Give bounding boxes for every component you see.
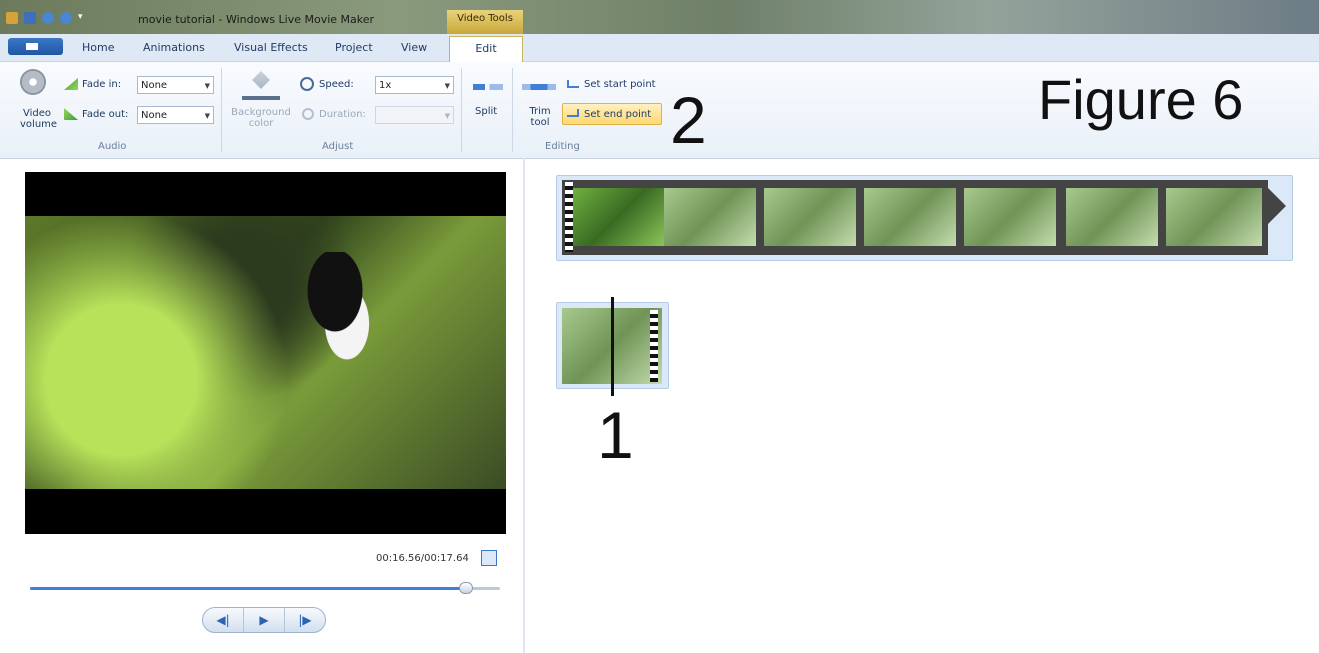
group-separator [461, 68, 462, 152]
playback-controls: ◀| ▶ |▶ [202, 607, 326, 633]
playhead[interactable] [611, 297, 614, 396]
set-end-point-icon [567, 109, 579, 117]
chevron-down-icon: ▼ [204, 112, 210, 120]
split-button[interactable]: Split [475, 106, 497, 117]
app-icon[interactable] [6, 12, 18, 24]
speed-label: Speed: [319, 79, 354, 90]
duration-select[interactable]: ▼ [375, 106, 454, 124]
chevron-down-icon: ▼ [444, 112, 450, 120]
speaker-icon[interactable] [20, 69, 46, 95]
set-start-point-button[interactable]: Set start point [584, 79, 656, 90]
tab-home[interactable]: Home [82, 41, 114, 54]
play-button[interactable]: ▶ [244, 608, 285, 632]
background-color-button[interactable]: Background color [227, 107, 295, 129]
clip-thumbnail [764, 188, 856, 246]
chevron-down-icon: ▼ [444, 82, 450, 90]
seek-slider-thumb[interactable] [458, 582, 473, 594]
tab-edit[interactable]: Edit [449, 36, 523, 62]
application-menu-button[interactable] [8, 38, 63, 55]
set-end-point-button[interactable]: Set end point [584, 109, 651, 120]
chevron-down-icon: ▼ [204, 82, 210, 90]
annotation-marker-2: 2 [670, 83, 707, 157]
clip-thumbnail [964, 188, 1056, 246]
speed-icon [300, 77, 314, 91]
clock-icon [302, 108, 314, 120]
video-volume-label[interactable]: Video volume [20, 108, 58, 130]
contextual-tab-video-tools: Video Tools [447, 10, 523, 34]
fade-out-label: Fade out: [82, 109, 129, 120]
clip-thumbnail [572, 188, 664, 246]
redo-icon[interactable] [60, 12, 72, 24]
tab-project[interactable]: Project [335, 41, 373, 54]
clip-thumbnail [1066, 188, 1158, 246]
clip-thumbnail [864, 188, 956, 246]
pane-divider[interactable] [523, 158, 525, 653]
group-label-audio: Audio [98, 141, 127, 152]
filmstrip-sprocket-holes [650, 310, 658, 382]
next-frame-button[interactable]: |▶ [285, 608, 325, 632]
fade-in-label: Fade in: [82, 79, 122, 90]
trim-icon [522, 84, 556, 90]
figure-caption: Figure 6 [1038, 68, 1244, 131]
fullscreen-preview-icon[interactable] [481, 550, 497, 566]
annotation-marker-1: 1 [597, 398, 634, 472]
filmstrip-sprocket-holes [565, 182, 573, 252]
color-swatch [242, 96, 280, 100]
group-label-adjust: Adjust [322, 141, 354, 152]
fade-in-select[interactable]: None ▼ [137, 76, 214, 94]
tab-view[interactable]: View [401, 41, 427, 54]
tab-visual-effects[interactable]: Visual Effects [234, 41, 308, 54]
customize-dropdown-icon[interactable]: ▾ [78, 12, 86, 24]
trim-tool-button[interactable]: Trim tool [527, 106, 553, 128]
tab-animations[interactable]: Animations [143, 41, 205, 54]
group-separator [221, 68, 222, 152]
fade-out-value: None [141, 110, 168, 121]
fade-in-value: None [141, 80, 168, 91]
window-title: movie tutorial - Windows Live Movie Make… [138, 13, 375, 26]
speed-value: 1x [379, 80, 392, 91]
video-volume-text: Video volume [20, 108, 58, 130]
duration-label: Duration: [319, 109, 366, 120]
seek-slider[interactable] [30, 582, 500, 594]
video-preview-image [25, 216, 506, 489]
clip-continues-arrow-icon [1268, 188, 1286, 224]
speed-select[interactable]: 1x ▼ [375, 76, 454, 94]
previous-frame-button[interactable]: ◀| [203, 608, 244, 632]
bird-in-video [303, 252, 383, 362]
fade-out-select[interactable]: None ▼ [137, 106, 214, 124]
set-start-point-icon [567, 80, 579, 88]
group-label-editing: Editing [545, 141, 580, 152]
undo-icon[interactable] [42, 12, 54, 24]
group-separator [512, 68, 513, 152]
clip-thumbnail [1166, 188, 1262, 246]
split-icon [473, 84, 503, 90]
clip-thumbnail [664, 188, 756, 246]
timecode: 00:16.56/00:17.64 [376, 553, 469, 564]
quick-access-toolbar: ▾ [6, 10, 86, 26]
seek-slider-progress [30, 587, 472, 590]
save-icon[interactable] [24, 12, 36, 24]
